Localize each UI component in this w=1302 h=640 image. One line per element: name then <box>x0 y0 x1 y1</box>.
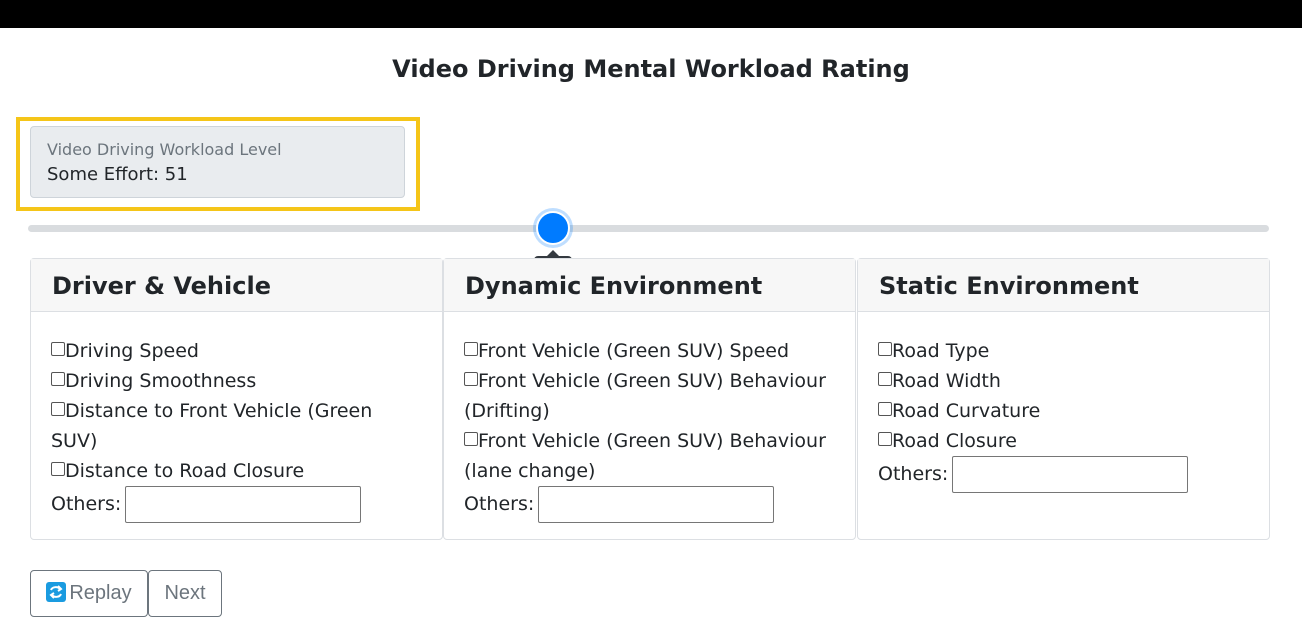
top-bar <box>0 0 1302 28</box>
checkbox-label: Driving Smoothness <box>65 370 257 392</box>
checkbox-item[interactable]: Front Vehicle (Green SUV) Behaviour (Dri… <box>464 366 835 426</box>
replay-label: Replay <box>69 582 132 604</box>
checkbox-label: Distance to Front Vehicle (Green SUV) <box>51 400 373 452</box>
checkbox-item[interactable]: Road Type <box>878 336 1249 366</box>
checkbox[interactable] <box>878 402 892 416</box>
checkbox[interactable] <box>51 402 65 416</box>
others-input[interactable] <box>125 485 362 523</box>
workload-slider-thumb[interactable] <box>536 211 570 245</box>
checkbox-label: Road Curvature <box>892 400 1041 422</box>
checkbox-item[interactable]: Distance to Road Closure <box>51 456 422 486</box>
checkbox-label: Front Vehicle (Green SUV) Behaviour (lan… <box>464 430 826 482</box>
card-dynamic-environment: Dynamic Environment Front Vehicle (Green… <box>443 258 856 540</box>
checkbox-label: Road Type <box>892 340 990 362</box>
checkbox-label: Front Vehicle (Green SUV) Behaviour (Dri… <box>464 370 826 422</box>
others-input[interactable] <box>538 485 775 523</box>
workload-level-display: Video Driving Workload Level Some Effort… <box>30 126 405 198</box>
others-label: Others: <box>878 463 949 485</box>
checkbox[interactable] <box>464 432 478 446</box>
card-static-environment: Static Environment Road Type Road Width … <box>857 258 1270 540</box>
checkbox-item[interactable]: Distance to Front Vehicle (Green SUV) <box>51 396 422 456</box>
checkbox[interactable] <box>464 372 478 386</box>
checkbox-item[interactable]: Road Curvature <box>878 396 1249 426</box>
checkbox-item[interactable]: Front Vehicle (Green SUV) Behaviour (lan… <box>464 426 835 486</box>
replay-button[interactable]: Replay <box>30 570 148 617</box>
checkbox-item[interactable]: Road Width <box>878 366 1249 396</box>
checkbox[interactable] <box>51 372 65 386</box>
card-title: Static Environment <box>858 259 1269 312</box>
others-label: Others: <box>464 493 535 515</box>
checkbox[interactable] <box>878 372 892 386</box>
card-driver-vehicle: Driver & Vehicle Driving Speed Driving S… <box>30 258 443 540</box>
workload-level-value: Some Effort: 51 <box>47 164 188 185</box>
card-title: Driver & Vehicle <box>31 259 442 312</box>
others-input[interactable] <box>952 455 1189 493</box>
checkbox-item[interactable]: Driving Smoothness <box>51 366 422 396</box>
checkbox-item[interactable]: Driving Speed <box>51 336 422 366</box>
checkbox[interactable] <box>51 342 65 356</box>
checkbox[interactable] <box>878 342 892 356</box>
checkbox-item[interactable]: Front Vehicle (Green SUV) Speed <box>464 336 835 366</box>
checkbox-label: Front Vehicle (Green SUV) Speed <box>478 340 790 362</box>
checkbox[interactable] <box>878 432 892 446</box>
workload-level-label: Video Driving Workload Level <box>47 140 282 159</box>
page-title: Video Driving Mental Workload Rating <box>392 55 910 83</box>
checkbox[interactable] <box>51 462 65 476</box>
workload-slider-track[interactable] <box>28 225 1269 232</box>
checkbox-item[interactable]: Road Closure <box>878 426 1249 456</box>
card-title: Dynamic Environment <box>444 259 855 312</box>
checkbox-label: Road Closure <box>892 430 1017 452</box>
checkbox[interactable] <box>464 342 478 356</box>
checkbox-label: Road Width <box>892 370 1001 392</box>
replay-icon <box>46 582 67 602</box>
next-button[interactable]: Next <box>148 570 222 617</box>
checkbox-label: Driving Speed <box>65 340 199 362</box>
others-label: Others: <box>51 493 122 515</box>
checkbox-label: Distance to Road Closure <box>65 460 305 482</box>
